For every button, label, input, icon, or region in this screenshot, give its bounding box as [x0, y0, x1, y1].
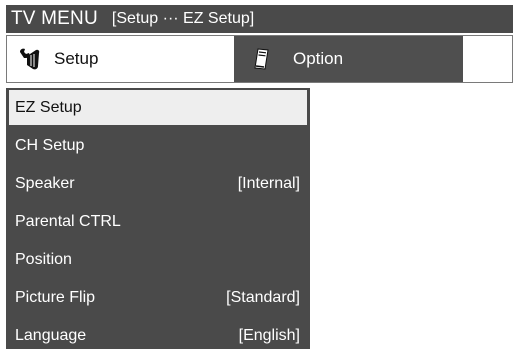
- menu-breadcrumb: [Setup ··· EZ Setup]: [111, 10, 255, 27]
- menu-item-parental-ctrl[interactable]: Parental CTRL: [6, 204, 310, 239]
- setup-menu-list: EZ Setup CH Setup Speaker [Internal] Par…: [6, 88, 310, 349]
- menu-item-label: Parental CTRL: [15, 212, 121, 230]
- menu-item-label: EZ Setup: [15, 98, 82, 116]
- menu-item-value: [Internal]: [237, 174, 300, 192]
- menu-item-label: Language: [15, 326, 87, 344]
- menu-title: TV MENU: [11, 8, 98, 29]
- tab-option-label: Option: [293, 49, 344, 68]
- menu-item-label: CH Setup: [15, 136, 85, 154]
- menu-item-ez-setup[interactable]: EZ Setup: [9, 90, 307, 125]
- menu-title-bar: TV MENU [Setup ··· EZ Setup]: [6, 5, 513, 33]
- menu-item-label: Picture Flip: [15, 288, 96, 306]
- tab-bar: Setup Option: [6, 35, 513, 83]
- tab-setup-label: Setup: [54, 49, 99, 68]
- menu-item-speaker[interactable]: Speaker [Internal]: [6, 166, 310, 201]
- remote-card-icon: [254, 48, 269, 70]
- tab-option[interactable]: Option: [234, 36, 463, 82]
- tab-setup[interactable]: Setup: [7, 36, 234, 82]
- menu-item-ch-setup[interactable]: CH Setup: [6, 128, 310, 163]
- menu-item-value: [English]: [238, 326, 300, 344]
- wrench-hand-icon: [20, 48, 40, 70]
- menu-item-label: Speaker: [15, 174, 75, 192]
- menu-item-picture-flip[interactable]: Picture Flip [Standard]: [6, 280, 310, 315]
- menu-item-value: [Standard]: [226, 288, 300, 306]
- menu-item-position[interactable]: Position: [6, 242, 310, 277]
- menu-item-label: Position: [15, 250, 72, 268]
- menu-item-language[interactable]: Language [English]: [6, 318, 310, 349]
